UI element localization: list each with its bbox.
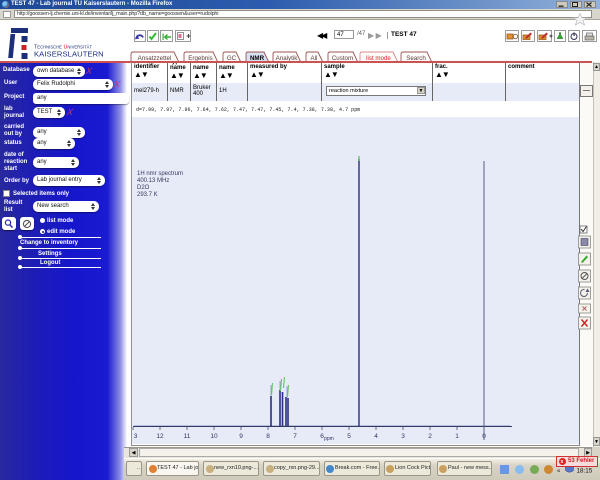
svg-text:2: 2 xyxy=(428,433,432,440)
svg-text:18:15: 18:15 xyxy=(577,468,593,475)
svg-text:D2O: D2O xyxy=(137,185,150,191)
svg-text:10: 10 xyxy=(210,433,218,440)
svg-text:3: 3 xyxy=(134,433,138,440)
svg-text:4: 4 xyxy=(374,433,378,440)
svg-text:9: 9 xyxy=(239,433,243,440)
svg-text:400.13 MHz: 400.13 MHz xyxy=(137,178,169,184)
svg-text:ppm: ppm xyxy=(324,436,334,442)
svg-text:1: 1 xyxy=(455,433,459,440)
svg-text:3: 3 xyxy=(401,433,405,440)
svg-text:5: 5 xyxy=(347,433,351,440)
svg-text:12: 12 xyxy=(156,433,164,440)
svg-text:«: « xyxy=(557,469,561,475)
svg-text:293.7 K: 293.7 K xyxy=(137,192,158,198)
svg-text:1H nmr spectrum: 1H nmr spectrum xyxy=(137,171,183,177)
svg-text:8: 8 xyxy=(266,433,270,440)
svg-text:7: 7 xyxy=(293,433,297,440)
svg-text:11: 11 xyxy=(184,433,191,440)
svg-text:KAISERSLAUTERN: KAISERSLAUTERN xyxy=(34,50,104,59)
